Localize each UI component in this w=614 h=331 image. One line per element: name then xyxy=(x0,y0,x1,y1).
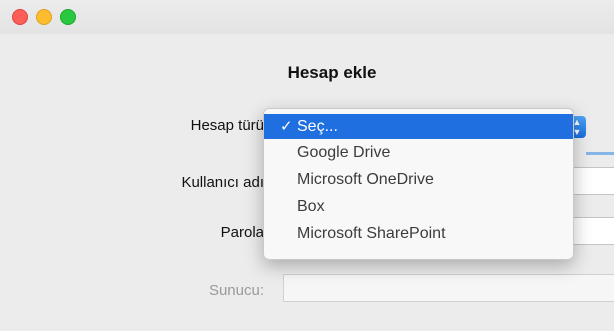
menu-item-label: Box xyxy=(297,198,325,215)
close-window-button[interactable] xyxy=(12,9,28,25)
menu-item-select[interactable]: ✓ Seç... xyxy=(264,114,573,139)
minimize-window-button[interactable] xyxy=(36,9,52,25)
menu-item-microsoft-sharepoint[interactable]: Microsoft SharePoint xyxy=(264,220,573,247)
menu-item-microsoft-onedrive[interactable]: Microsoft OneDrive xyxy=(264,166,573,193)
zoom-window-button[interactable] xyxy=(60,9,76,25)
account-type-label: Hesap türü xyxy=(190,117,264,134)
password-label: Parola xyxy=(220,224,264,241)
dialog-title: Hesap ekle xyxy=(287,63,377,82)
menu-item-label: Microsoft SharePoint xyxy=(297,225,446,242)
menu-item-google-drive[interactable]: Google Drive xyxy=(264,139,573,166)
checkmark-icon: ✓ xyxy=(280,118,293,135)
account-type-popup-menu: ✓ Seç... Google Drive Microsoft OneDrive… xyxy=(263,108,574,260)
username-label: Kullanıcı adı xyxy=(181,174,264,191)
menu-item-label: Microsoft OneDrive xyxy=(297,171,434,188)
menu-item-label: Seç... xyxy=(297,118,338,135)
title-bar xyxy=(0,0,614,34)
server-field[interactable] xyxy=(283,274,614,302)
add-account-window: Hesap ekle Hesap türü ▲ ▼ Kullanıcı adı P… xyxy=(0,0,614,331)
menu-item-label: Google Drive xyxy=(297,144,391,161)
server-label: Sunucu: xyxy=(208,282,264,299)
menu-item-box[interactable]: Box xyxy=(264,193,573,220)
username-field-focus-ring xyxy=(586,152,614,155)
